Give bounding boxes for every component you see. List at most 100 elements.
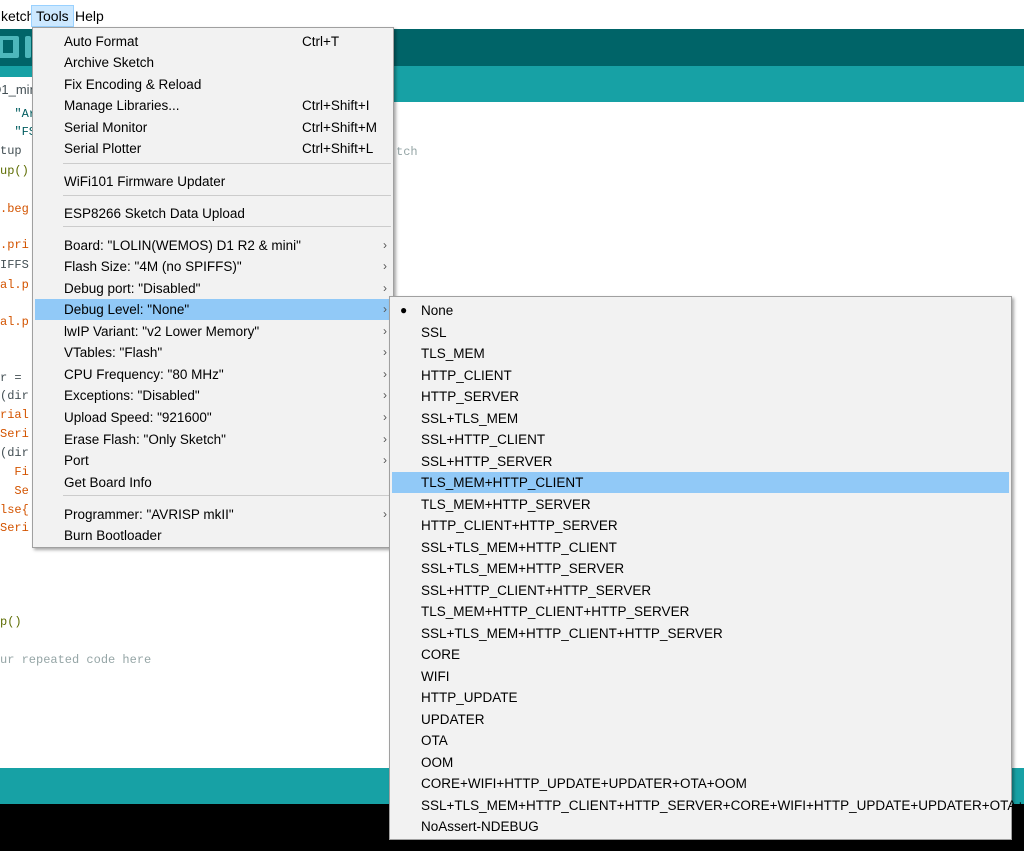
code-line: ur repeated code here	[0, 653, 152, 667]
debug-level-option-noassert-ndebug[interactable]: NoAssert-NDEBUG	[392, 816, 1009, 837]
menu-item-label: WIFI	[421, 668, 450, 684]
menu-item-label: TLS_MEM+HTTP_CLIENT	[421, 475, 584, 490]
menu-item-label: UPDATER	[421, 711, 485, 727]
debug-level-option-ssl-http-client-http-server[interactable]: SSL+HTTP_CLIENT+HTTP_SERVER	[392, 580, 1009, 601]
tools-menu-item-port[interactable]: Port ›	[35, 450, 391, 471]
code-line: tup	[0, 144, 22, 158]
chevron-right-icon: ›	[383, 410, 387, 424]
menu-item-shortcut: Ctrl+T	[302, 34, 340, 49]
code-line: IFFS	[0, 258, 29, 272]
debug-level-option-http-server[interactable]: HTTP_SERVER	[392, 386, 1009, 407]
tools-menu-item-cpu-frequency[interactable]: CPU Frequency: "80 MHz" ›	[35, 364, 391, 385]
tools-menu-item-board[interactable]: Board: "LOLIN(WEMOS) D1 R2 & mini" ›	[35, 235, 391, 256]
menu-item-label: CORE	[421, 647, 461, 662]
menu-item-label: TLS_MEM	[421, 346, 485, 361]
debug-level-option-ssl-tls-mem[interactable]: SSL+TLS_MEM	[392, 408, 1009, 429]
menu-item-shortcut: Ctrl+Shift+L	[302, 141, 374, 156]
chevron-right-icon: ›	[383, 324, 387, 338]
debug-level-option-tls-mem[interactable]: TLS_MEM	[392, 343, 1009, 364]
tools-menu-item-auto-format[interactable]: Auto Format Ctrl+T	[35, 31, 391, 52]
menu-item-label: SSL+HTTP_SERVER	[421, 453, 553, 469]
tools-menu-item-lwip-variant[interactable]: lwIP Variant: "v2 Lower Memory" ›	[35, 321, 391, 342]
menu-tools[interactable]: Tools	[31, 5, 74, 27]
debug-level-option-wifi[interactable]: WIFI	[392, 666, 1009, 687]
menu-item-label: ESP8266 Sketch Data Upload	[64, 206, 245, 221]
chevron-right-icon: ›	[383, 507, 387, 521]
menu-item-label: lwIP Variant: "v2 Lower Memory"	[64, 324, 260, 339]
debug-level-option-core[interactable]: CORE	[392, 644, 1009, 665]
debug-level-option-ssl-http-server[interactable]: SSL+HTTP_SERVER	[392, 451, 1009, 472]
tools-menu-item-upload-speed[interactable]: Upload Speed: "921600" ›	[35, 407, 391, 428]
menu-help[interactable]: Help	[71, 5, 108, 27]
chevron-right-icon: ›	[383, 388, 387, 402]
code-line: p()	[0, 615, 22, 629]
chevron-right-icon: ›	[383, 367, 387, 381]
debug-level-option-tls-mem-http-client[interactable]: TLS_MEM+HTTP_CLIENT	[392, 472, 1009, 493]
menu-item-label: TLS_MEM+HTTP_CLIENT+HTTP_SERVER	[421, 604, 690, 619]
code-line: Seri	[0, 521, 29, 535]
tools-menu-item-get-board-info[interactable]: Get Board Info	[35, 472, 391, 493]
menu-item-label: Debug Level: "None"	[64, 302, 190, 317]
tools-menu-item-debug-port[interactable]: Debug port: "Disabled" ›	[35, 278, 391, 299]
tools-menu: Auto Format Ctrl+T Archive Sketch Fix Encod…	[32, 27, 394, 548]
chevron-right-icon: ›	[383, 281, 387, 295]
code-line: rial	[0, 408, 29, 422]
tools-menu-item-debug-level[interactable]: Debug Level: "None" ›	[35, 299, 391, 320]
debug-level-option-ssl-tls-mem-http-client-http-server-core-wifi-http-update-updater-ota-oom[interactable]: SSL+TLS_MEM+HTTP_CLIENT+HTTP_SERVER+CORE…	[392, 795, 1024, 816]
debug-level-option-ssl[interactable]: SSL	[392, 322, 1009, 343]
chevron-right-icon: ›	[383, 345, 387, 359]
tools-menu-item-fix-encoding-reload[interactable]: Fix Encoding & Reload	[35, 74, 391, 95]
tools-menu-item-serial-plotter[interactable]: Serial Plotter Ctrl+Shift+L	[35, 138, 391, 159]
debug-level-option-http-client-http-server[interactable]: HTTP_CLIENT+HTTP_SERVER	[392, 515, 1009, 536]
open-button[interactable]	[25, 36, 31, 58]
menu-item-label: Flash Size: "4M (no SPIFFS)"	[64, 259, 242, 274]
code-line: "Ar	[0, 107, 37, 121]
code-line: .pri	[0, 238, 29, 252]
code-line: al.p	[0, 278, 29, 292]
menu-separator	[63, 226, 391, 227]
debug-level-option-core-wifi-http-update-updater-ota-oom[interactable]: CORE+WIFI+HTTP_UPDATE+UPDATER+OTA+OOM	[392, 773, 1009, 794]
debug-level-option-tls-mem-http-client-http-server[interactable]: TLS_MEM+HTTP_CLIENT+HTTP_SERVER	[392, 601, 1009, 622]
chevron-right-icon: ›	[383, 432, 387, 446]
tools-menu-item-vtables[interactable]: VTables: "Flash" ›	[35, 342, 391, 363]
debug-level-option-ssl-tls-mem-http-client-http-server[interactable]: SSL+TLS_MEM+HTTP_CLIENT+HTTP_SERVER	[392, 623, 1009, 644]
code-line: tch	[396, 145, 418, 159]
code-line: (dir	[0, 389, 29, 403]
menu-item-shortcut: Ctrl+Shift+M	[302, 120, 378, 135]
tools-menu-item-flash-size[interactable]: Flash Size: "4M (no SPIFFS)" ›	[35, 256, 391, 277]
chevron-right-icon: ›	[383, 259, 387, 273]
menu-item-label: Serial Plotter	[64, 141, 142, 156]
code-line: up()	[0, 164, 29, 178]
debug-level-option-updater[interactable]: UPDATER	[392, 709, 1009, 730]
menu-item-label: Port	[64, 453, 89, 468]
debug-level-option-ssl-http-client[interactable]: SSL+HTTP_CLIENT	[392, 429, 1009, 450]
tools-menu-item-archive-sketch[interactable]: Archive Sketch	[35, 52, 391, 73]
menu-item-label: SSL+TLS_MEM+HTTP_CLIENT+HTTP_SERVER	[421, 625, 723, 641]
chevron-right-icon: ›	[383, 238, 387, 252]
menu-item-label: NoAssert-NDEBUG	[421, 819, 539, 834]
debug-level-option-none[interactable]: ● None	[392, 300, 1009, 321]
debug-level-option-http-client[interactable]: HTTP_CLIENT	[392, 365, 1009, 386]
menu-item-label: Debug port: "Disabled"	[64, 281, 201, 296]
menu-item-label: Burn Bootloader	[64, 528, 162, 543]
tools-menu-item-erase-flash[interactable]: Erase Flash: "Only Sketch" ›	[35, 429, 391, 450]
debug-level-option-ota[interactable]: OTA	[392, 730, 1009, 751]
tools-menu-item-wifi101-firmware-updater[interactable]: WiFi101 Firmware Updater	[35, 171, 391, 192]
tools-menu-item-exceptions[interactable]: Exceptions: "Disabled" ›	[35, 385, 391, 406]
chevron-right-icon: ›	[383, 302, 387, 316]
debug-level-submenu: ● None SSL TLS_MEM HTTP_CLIENT HTTP_SERVER SSL…	[389, 296, 1024, 840]
debug-level-option-http-update[interactable]: HTTP_UPDATE	[392, 687, 1009, 708]
tools-menu-item-burn-bootloader[interactable]: Burn Bootloader	[35, 525, 391, 546]
tools-menu-item-manage-libraries[interactable]: Manage Libraries... Ctrl+Shift+I	[35, 95, 391, 116]
debug-level-option-tls-mem-http-server[interactable]: TLS_MEM+HTTP_SERVER	[392, 494, 1009, 515]
tools-menu-item-serial-monitor[interactable]: Serial Monitor Ctrl+Shift+M	[35, 117, 391, 138]
menu-item-label: Programmer: "AVRISP mkII"	[64, 507, 234, 522]
tools-menu-item-programmer[interactable]: Programmer: "AVRISP mkII" ›	[35, 504, 391, 525]
debug-level-option-oom[interactable]: OOM	[392, 752, 1009, 773]
menu-item-label: SSL+TLS_MEM+HTTP_CLIENT+HTTP_SERVER+CORE…	[421, 797, 1024, 813]
tools-menu-item-esp8266-sketch-data-upload[interactable]: ESP8266 Sketch Data Upload	[35, 203, 391, 224]
debug-level-option-ssl-tls-mem-http-client[interactable]: SSL+TLS_MEM+HTTP_CLIENT	[392, 537, 1009, 558]
new-sketch-button[interactable]	[0, 36, 19, 58]
menu-item-label: Archive Sketch	[64, 55, 155, 70]
debug-level-option-ssl-tls-mem-http-server[interactable]: SSL+TLS_MEM+HTTP_SERVER	[392, 558, 1009, 579]
